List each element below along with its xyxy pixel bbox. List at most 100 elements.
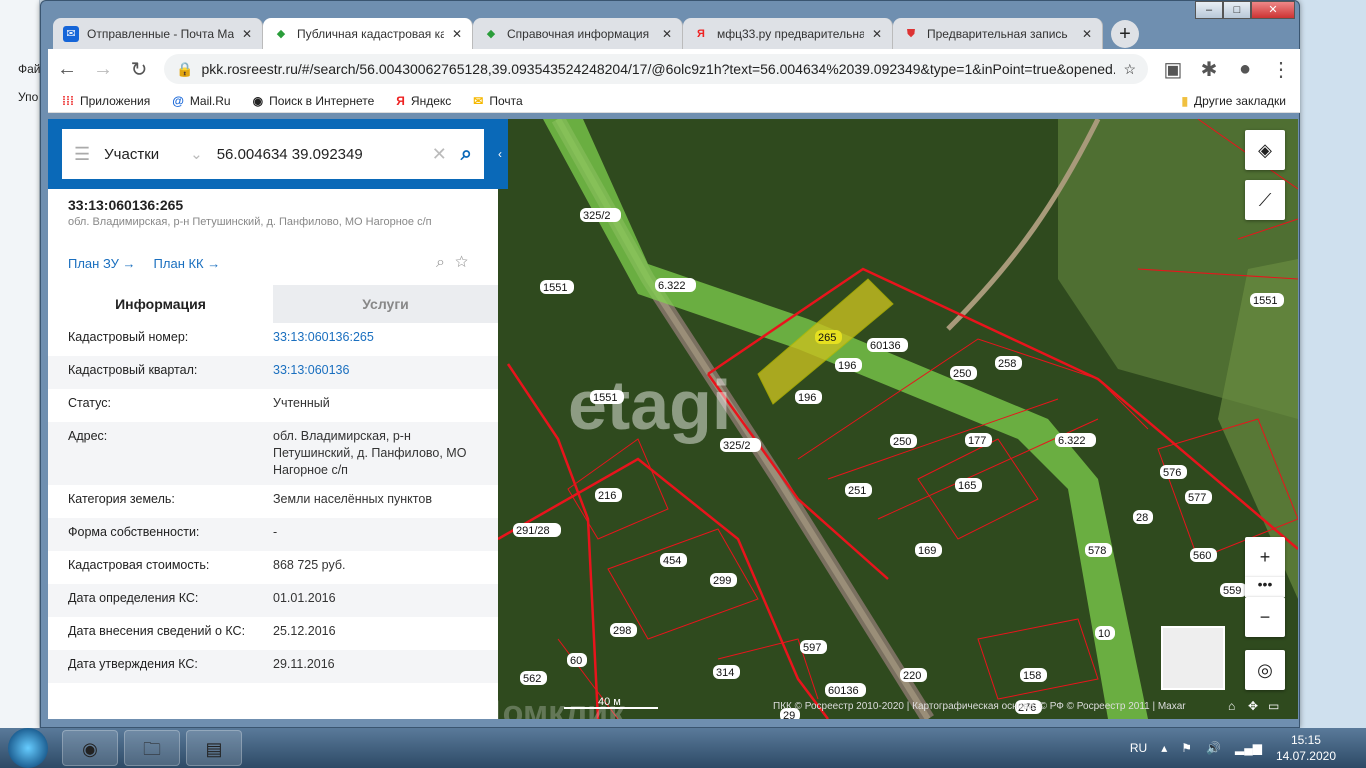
zoom-out-button[interactable]: − — [1245, 597, 1285, 637]
map-parcel-label[interactable]: 10 — [1098, 628, 1110, 640]
map-parcel-label[interactable]: 299 — [713, 575, 731, 587]
search-type-select[interactable]: Участки — [104, 146, 176, 163]
map-parcel-label[interactable]: 560 — [1193, 550, 1211, 562]
new-tab-button[interactable]: + — [1111, 20, 1139, 48]
map-parcel-label[interactable]: 251 — [848, 485, 866, 497]
address-bar[interactable]: 🔒 pkk.rosreestr.ru/#/search/56.0043006276… — [164, 54, 1148, 84]
close-window-button[interactable]: ✕ — [1251, 1, 1295, 19]
map-parcel-label[interactable]: 291/28 — [516, 525, 550, 537]
close-tab-icon[interactable]: ✕ — [872, 27, 882, 41]
hamburger-menu-icon[interactable]: ☰ — [74, 144, 90, 165]
flag-icon[interactable]: ⚑ — [1181, 741, 1192, 755]
profile-icon[interactable]: ● — [1234, 58, 1256, 81]
ruler-button[interactable]: ⟋ — [1245, 180, 1285, 220]
map-parcel-label[interactable]: 165 — [958, 480, 976, 492]
info-value[interactable]: 33:13:060136 — [273, 362, 478, 383]
map-parcel-label[interactable]: 28 — [1136, 512, 1148, 524]
network-icon[interactable]: ▂▄▆ — [1235, 741, 1262, 755]
taskbar-app[interactable]: ▤ — [186, 730, 242, 766]
more-options-button[interactable]: ••• — [1245, 577, 1285, 597]
volume-icon[interactable]: 🔊 — [1206, 741, 1221, 755]
tab-mfc[interactable]: Ямфц33.ру предварительна ✕ — [683, 18, 893, 49]
map-parcel-label[interactable]: 597 — [803, 642, 821, 654]
map-parcel-label[interactable]: 60136 — [870, 340, 901, 352]
maximize-button[interactable]: □ — [1223, 1, 1251, 19]
tab-booking[interactable]: ⛊ Предварительная запись ✕ — [893, 18, 1103, 49]
compass-button[interactable]: ◎ — [1245, 650, 1285, 690]
tab-services[interactable]: Услуги — [273, 285, 498, 323]
map-parcel-label[interactable]: 60136 — [828, 685, 859, 697]
map-parcel-label[interactable]: 60 — [570, 655, 582, 667]
bookmark-mail[interactable]: ✉ Почта — [473, 94, 522, 108]
tab-pkk[interactable]: ◆ Публичная кадастровая ка ✕ — [263, 18, 473, 49]
map-parcel-label[interactable]: 559 — [1223, 585, 1241, 597]
tab-info[interactable]: ◆ Справочная информация ✕ — [473, 18, 683, 49]
close-tab-icon[interactable]: ✕ — [662, 27, 672, 41]
map-parcel-label[interactable]: 314 — [716, 667, 734, 679]
back-button[interactable]: ← — [56, 58, 78, 81]
map-parcel-label[interactable]: 6.322 — [1058, 435, 1086, 447]
forward-button[interactable]: → — [92, 58, 114, 81]
extension-icon[interactable]: ▣ — [1162, 57, 1184, 82]
info-value[interactable]: 33:13:060136:265 — [273, 329, 478, 350]
extensions-puzzle-icon[interactable]: ✱ — [1198, 57, 1220, 82]
zoom-in-button[interactable]: + — [1245, 537, 1285, 577]
close-tab-icon[interactable]: ✕ — [1082, 27, 1092, 41]
favorite-star-icon[interactable]: ☆ — [455, 254, 478, 271]
start-button[interactable] — [8, 728, 48, 768]
bookmark-yandex[interactable]: Я Яндекс — [396, 94, 451, 108]
desktop-item[interactable]: Упо — [18, 90, 38, 104]
other-bookmarks[interactable]: ▮ Другие закладки — [1181, 94, 1286, 108]
search-icon[interactable]: ⌕ — [461, 143, 472, 166]
bookmark-mailru[interactable]: @ Mail.Ru — [172, 94, 230, 108]
bookmark-search[interactable]: ◉ Поиск в Интернете — [253, 94, 375, 108]
bookmark-apps[interactable]: ⁞⁞⁞ Приложения — [62, 94, 150, 108]
map-parcel-label[interactable]: 1551 — [593, 392, 617, 404]
map-parcel-label[interactable]: 6.322 — [658, 280, 686, 292]
search-input[interactable]: 56.004634 39.092349 — [217, 146, 418, 163]
show-hidden-icons[interactable]: ▴ — [1161, 741, 1167, 755]
close-tab-icon[interactable]: ✕ — [242, 27, 252, 41]
clock[interactable]: 15:15 14.07.2020 — [1276, 732, 1336, 764]
map-parcel-label[interactable]: 1551 — [1253, 295, 1277, 307]
map-parcel-label[interactable]: 562 — [523, 673, 541, 685]
map[interactable]: etagi Домклик 26560136196196250258250177… — [478, 119, 1298, 719]
close-tab-icon[interactable]: ✕ — [452, 27, 462, 41]
map-parcel-label[interactable]: 220 — [903, 670, 921, 682]
desktop-item[interactable]: Фай — [18, 62, 41, 76]
map-parcel-label[interactable]: 258 — [998, 358, 1016, 370]
map-parcel-label[interactable]: 169 — [918, 545, 936, 557]
taskbar-explorer[interactable]: 🗀 — [124, 730, 180, 766]
map-parcel-label[interactable]: 250 — [953, 368, 971, 380]
reload-button[interactable]: ↻ — [128, 57, 150, 82]
minimap-toggle[interactable] — [1161, 626, 1225, 690]
map-parcel-label[interactable]: 325/2 — [583, 210, 611, 222]
map-parcel-label[interactable]: 250 — [893, 436, 911, 448]
locate-icon[interactable]: ✥ — [1248, 699, 1258, 713]
map-parcel-label[interactable]: 177 — [968, 435, 986, 447]
minimize-button[interactable]: – — [1195, 1, 1223, 19]
bookmark-star-icon[interactable]: ☆ — [1123, 61, 1136, 78]
tab-information[interactable]: Информация — [48, 285, 273, 323]
map-parcel-label[interactable]: 196 — [798, 392, 816, 404]
map-parcel-label[interactable]: 216 — [598, 490, 616, 502]
tab-mail[interactable]: ✉ Отправленные - Почта Ма ✕ — [53, 18, 263, 49]
language-indicator[interactable]: RU — [1130, 741, 1147, 755]
plan-zu-link[interactable]: План ЗУ → — [68, 256, 136, 271]
map-parcel-label[interactable]: 578 — [1088, 545, 1106, 557]
map-parcel-label[interactable]: 298 — [613, 625, 631, 637]
map-parcel-label[interactable]: 158 — [1023, 670, 1041, 682]
taskbar-chrome[interactable]: ◉ — [62, 730, 118, 766]
map-parcel-label[interactable]: 454 — [663, 555, 681, 567]
collapse-panel-button[interactable]: ‹ — [498, 119, 508, 189]
map-parcel-label[interactable]: 1551 — [543, 282, 567, 294]
chevron-down-icon[interactable]: ⌄ — [190, 145, 203, 163]
map-parcel-label[interactable]: 576 — [1163, 467, 1181, 479]
menu-icon[interactable]: ⋮ — [1270, 57, 1292, 82]
map-parcel-label[interactable]: 196 — [838, 360, 856, 372]
layers-button[interactable]: ◈ — [1245, 130, 1285, 170]
home-icon[interactable]: ⌂ — [1228, 699, 1235, 713]
zoom-to-object-icon[interactable]: ⌕ — [436, 254, 455, 271]
plan-kk-link[interactable]: План КК → — [154, 256, 221, 271]
fullscreen-icon[interactable]: ▭ — [1268, 699, 1279, 713]
